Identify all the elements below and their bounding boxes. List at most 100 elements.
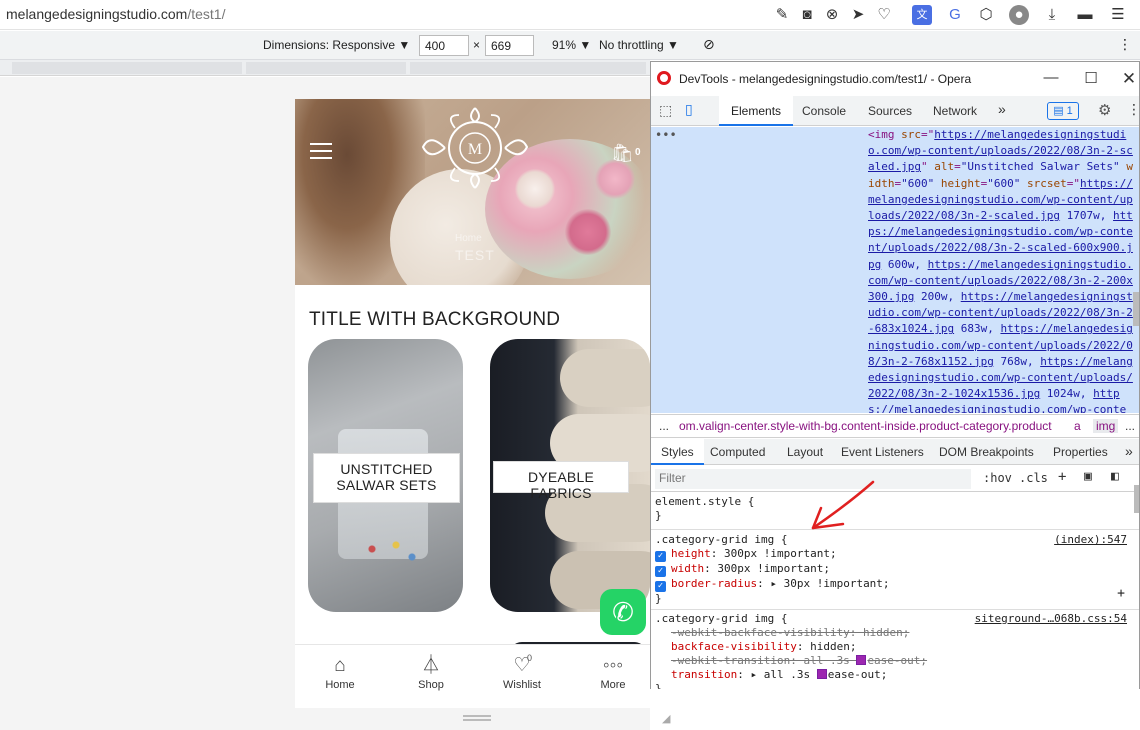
camera-icon[interactable]: ◙ — [797, 5, 817, 25]
new-rule-button[interactable]: + — [1058, 469, 1066, 485]
tab-console[interactable]: Console — [802, 104, 846, 118]
edit-icon[interactable]: ✎ — [772, 5, 792, 25]
inspect-element-icon[interactable]: ⬚ — [659, 102, 672, 119]
ruler-segment[interactable] — [12, 62, 242, 74]
hov-button[interactable]: :hov — [983, 471, 1012, 485]
checkbox-icon[interactable]: ✓ — [655, 566, 666, 577]
devtools-menu-icon[interactable]: ⋮ — [1127, 101, 1140, 118]
profile-avatar-icon[interactable]: ● — [1009, 5, 1029, 25]
dom-attr-value: "600" — [987, 176, 1021, 190]
nav-item-shop[interactable]: ⏃ Shop — [396, 653, 466, 691]
breadcrumb-more-end[interactable]: ... — [1125, 419, 1135, 433]
category-label-unstitched[interactable]: UNSTITCHED SALWAR SETS — [313, 453, 460, 503]
hero-breadcrumb[interactable]: Home — [455, 233, 482, 244]
zoom-select[interactable]: 91% ▼ — [552, 38, 591, 52]
property-name: width — [671, 562, 705, 575]
settings-icon[interactable]: ⚙ — [1098, 101, 1111, 119]
dom-srcset-width: 200w, — [914, 290, 961, 304]
dimensions-select[interactable]: Dimensions: Responsive ▼ — [263, 38, 410, 52]
issues-button[interactable]: ▤ 1 — [1047, 102, 1079, 120]
tab-styles[interactable]: Styles — [651, 439, 704, 465]
more-options-icon[interactable]: ⋮ — [1118, 36, 1132, 53]
tab-properties[interactable]: Properties — [1053, 445, 1108, 459]
property-name: transition — [671, 668, 738, 681]
url-host: melangedesigningstudio.com — [6, 6, 188, 22]
hamburger-menu-icon[interactable] — [310, 143, 332, 164]
rule-source-link[interactable]: (index):547 — [1054, 533, 1127, 547]
hero-page-title: TEST — [455, 247, 495, 263]
checkbox-icon[interactable]: ✓ — [655, 581, 666, 592]
breadcrumb-img[interactable]: img — [1093, 419, 1119, 433]
browser-address-bar: melangedesigningstudio.com/test1/ ✎ ◙ ⊗ … — [0, 0, 1140, 30]
property-name: height — [671, 547, 711, 560]
dom-tree-pane[interactable]: ••• <img src="https://melangedesigningst… — [651, 127, 1139, 413]
tab-layout[interactable]: Layout — [787, 445, 823, 459]
easing-icon[interactable] — [816, 669, 827, 679]
nav-item-more[interactable]: ◦◦◦ More — [578, 653, 648, 691]
nav-item-wishlist[interactable]: ♡ Wishlist — [487, 653, 557, 691]
css-declaration[interactable]: ✓ width: 300px !important; — [655, 562, 1133, 577]
category-label-dyeable[interactable]: DYEABLE FABRICS — [493, 461, 629, 501]
height-input[interactable]: 669 — [485, 35, 534, 56]
css-declaration[interactable]: ✓ height: 300px !important; — [655, 547, 1133, 562]
checkbox-icon[interactable]: ✓ — [655, 551, 666, 562]
ruler-segment[interactable] — [410, 62, 646, 74]
ruler-segment[interactable] — [246, 62, 406, 74]
device-toggle-icon[interactable]: ▯ — [685, 101, 693, 118]
css-declaration-overridden[interactable]: -webkit-backface-visibility: hidden; — [655, 626, 1133, 640]
rotate-icon[interactable]: ⊘ — [703, 36, 715, 53]
whatsapp-icon[interactable]: ✆ — [600, 589, 646, 635]
cube-icon[interactable]: ⬡ — [976, 5, 996, 25]
tab-elements[interactable]: Elements — [719, 96, 794, 126]
dom-breadcrumb: ... om.valign-center.style-with-bg.conte… — [651, 414, 1139, 438]
breadcrumb-a[interactable]: a — [1074, 419, 1081, 433]
google-translate-icon[interactable]: G — [945, 5, 965, 25]
cart-icon[interactable]: 🛍 — [611, 143, 634, 164]
more-tabs-icon[interactable]: » — [998, 101, 1006, 117]
download-icon[interactable]: ⤓ — [1042, 5, 1062, 25]
width-input[interactable]: 400 — [419, 35, 469, 56]
tab-network[interactable]: Network — [933, 104, 977, 118]
more-style-tabs-icon[interactable]: » — [1125, 443, 1133, 459]
tab-computed[interactable]: Computed — [710, 445, 765, 459]
dom-srcset-width: 768w, — [993, 354, 1041, 368]
breadcrumb-more[interactable]: ... — [659, 419, 669, 433]
category-grid-rule-index[interactable]: .category-grid img { (index):547 ✓ height… — [655, 533, 1133, 606]
css-declaration[interactable]: transition: ▸ all .3s ease-out; — [655, 668, 1133, 682]
tab-event-listeners[interactable]: Event Listeners — [841, 445, 924, 459]
tab-dom-breakpoints[interactable]: DOM Breakpoints — [939, 445, 1034, 459]
maximize-icon[interactable]: ☐ — [1081, 69, 1101, 87]
melange-logo[interactable]: M — [415, 103, 535, 198]
category-grid-rule-siteground[interactable]: .category-grid img { siteground-…068b.cs… — [655, 612, 1133, 689]
url-field[interactable]: melangedesigningstudio.com/test1/ — [6, 6, 225, 22]
viewport-resize-handle[interactable] — [463, 715, 491, 721]
breadcrumb-path[interactable]: om.valign-center.style-with-bg.content-i… — [679, 419, 1052, 433]
tab-sources[interactable]: Sources — [868, 104, 912, 118]
battery-icon[interactable]: ▬ — [1075, 5, 1095, 25]
property-value: 300px !important; — [717, 562, 830, 575]
nav-item-home[interactable]: ⌂ Home — [305, 653, 375, 691]
heart-icon[interactable]: ♡ — [874, 5, 894, 25]
close-icon[interactable]: ✕ — [1119, 69, 1139, 89]
resize-grip-icon[interactable]: ◢ — [662, 712, 674, 725]
element-style-rule[interactable]: element.style { } — [655, 495, 1133, 523]
rule-source-link[interactable]: siteground-…068b.css:54 — [975, 612, 1127, 626]
translate-extension-icon[interactable]: 文 — [912, 5, 932, 25]
cls-button[interactable]: .cls — [1019, 471, 1048, 485]
css-declaration-overridden[interactable]: -webkit-transition: all .3s ease-out; — [655, 654, 1133, 668]
paint-icon[interactable]: ▣ — [1084, 469, 1092, 484]
css-declaration[interactable]: backface-visibility: hidden; — [655, 640, 1133, 654]
sidebar-toggle-icon[interactable]: ◧ — [1111, 469, 1119, 484]
minimize-icon[interactable]: — — [1041, 69, 1061, 86]
throttling-select[interactable]: No throttling ▼ — [599, 38, 679, 52]
styles-scrollbar[interactable] — [1134, 485, 1139, 513]
adblock-icon[interactable]: ⊗ — [822, 5, 842, 25]
selected-img-node[interactable]: <img src="https://melangedesigningstudio… — [868, 127, 1134, 413]
easing-icon[interactable] — [856, 655, 867, 665]
menu-icon[interactable]: ☰ — [1108, 5, 1128, 25]
css-declaration[interactable]: ✓ border-radius: ▸ 30px !important; — [655, 577, 1133, 592]
dom-node-dots[interactable]: ••• — [655, 127, 677, 143]
dom-scrollbar[interactable] — [1133, 292, 1139, 326]
add-declaration-icon[interactable]: + — [1117, 587, 1125, 601]
send-icon[interactable]: ➤ — [848, 5, 868, 25]
